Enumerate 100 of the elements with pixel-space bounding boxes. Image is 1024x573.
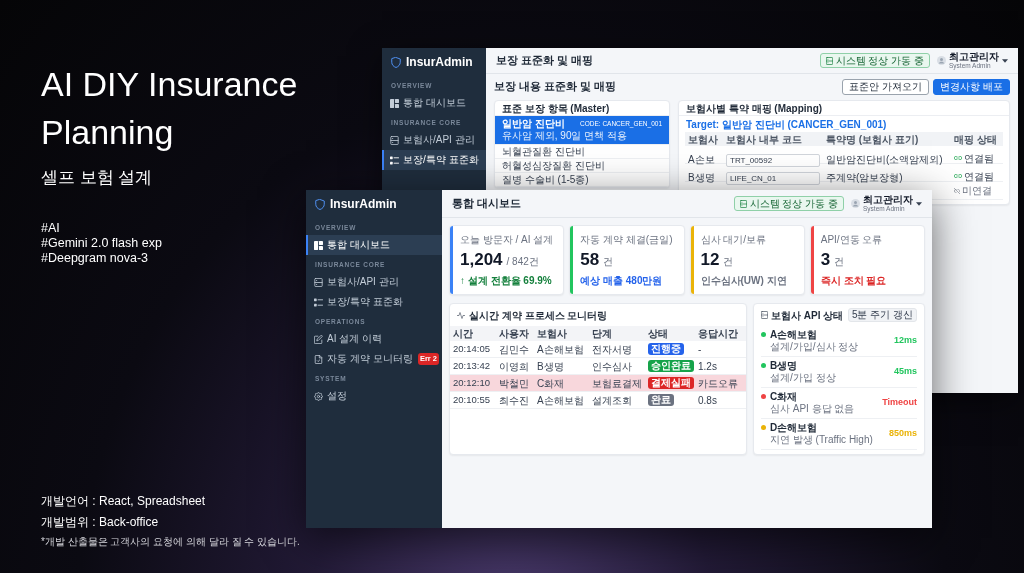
table-cell-text: A손해보험 — [536, 342, 585, 357]
panel-title: 보험사별 특약 매핑 (Mapping) — [679, 101, 1009, 116]
table-cell-text: 인수심사 — [591, 359, 633, 374]
server-icon — [825, 56, 833, 65]
stat-value: 12 — [700, 250, 720, 270]
table-cell-text: - — [697, 342, 703, 357]
code-field[interactable]: TRT_00592 — [726, 154, 820, 167]
table-cell-text: 카드오류 — [697, 376, 739, 391]
table-cell-text: B생명 — [536, 359, 565, 374]
code-field[interactable]: LIFE_CN_01 — [726, 172, 820, 185]
stat-unit: 건 — [603, 255, 614, 269]
app-logo: InsurAdmin — [330, 198, 397, 210]
latency-value: 12ms — [893, 334, 917, 348]
table-cell-text: 설계조회 — [591, 393, 633, 408]
hashtag: #Gemini 2.0 flash exp — [41, 236, 162, 251]
sidebar-item[interactable]: AI 설계 이력 — [306, 329, 442, 349]
slide-subtitle: 셀프 보험 설계 — [41, 167, 153, 189]
document-icon — [314, 354, 323, 364]
table-cell-text: 1.2s — [697, 359, 718, 374]
table-cell: 주계약(암보장형) — [826, 172, 903, 183]
list-item[interactable]: 뇌혈관질환 진단비 — [495, 145, 669, 159]
status-badge: 결제실패 — [648, 377, 694, 389]
table-cell-text: 이영희 — [498, 359, 530, 374]
list-icon — [314, 297, 323, 307]
page-title: 통합 대시보드 — [452, 196, 522, 212]
page-title: 보장 표준화 및 매핑 — [496, 53, 594, 69]
action-button[interactable]: 변경사항 배포 — [933, 79, 1010, 95]
stat-label: API/연동 오류 — [820, 233, 883, 246]
user-name: 최고관리자 — [949, 51, 999, 62]
sidebar-item[interactable]: 보장/특약 표준화 — [306, 292, 442, 312]
hashtag: #AI — [41, 221, 60, 236]
action-button[interactable]: 표준안 가져오기 — [842, 79, 930, 95]
table-cell-text: 최수진 — [498, 393, 530, 408]
list-icon — [390, 155, 399, 165]
sidebar-item[interactable]: 보험사/API 관리 — [382, 130, 486, 150]
server-icon — [761, 311, 768, 319]
sidebar-item[interactable]: 보장/특약 표준화 — [382, 150, 486, 170]
table-cell-text: 20:13:42 — [452, 358, 491, 373]
stat-unit: / 842건 — [506, 255, 539, 269]
insurer-name: A손해보험 — [770, 329, 818, 341]
shield-icon — [391, 56, 401, 68]
project-detail: 개발언어 : React, Spreadsheet — [41, 493, 206, 510]
status-detail: 설계/가입 정상 — [770, 372, 836, 384]
project-detail: 개발범위 : Back-office — [41, 514, 159, 531]
sidebar-item[interactable]: 설정 — [306, 386, 442, 406]
mapping-status: 연결됨 — [964, 151, 994, 166]
column-header: 특약명 (보험사 표기) — [825, 133, 920, 147]
stat-value: 58 — [580, 250, 600, 270]
stat-note: ↑ 설계 전환율 69.9% — [460, 274, 552, 287]
column-header: 보험사 — [536, 327, 568, 341]
shield-icon — [315, 198, 325, 210]
status-label: 시스템 정상 가동 중 — [749, 198, 838, 209]
table-cell-text: A손해보험 — [536, 393, 585, 408]
table-cell-text: 전자서명 — [591, 342, 633, 357]
column-header: 응답시간 — [697, 327, 739, 341]
insurer-name: C화재 — [770, 391, 798, 403]
sidebar-item[interactable]: 통합 대시보드 — [382, 93, 486, 113]
stat-unit: 건 — [723, 255, 734, 269]
stat-label: 자동 계약 체결(금일) — [580, 233, 673, 246]
table-cell-text: 김민수 — [498, 342, 530, 357]
table-cell-text: C화재 — [536, 376, 566, 391]
status-detail: 지연 발생 (Traffic High) — [770, 434, 873, 446]
caret-icon[interactable] — [1002, 58, 1008, 63]
table-cell-text: 20:12:10 — [452, 375, 491, 390]
table-cell-text: 0.8s — [697, 393, 718, 408]
list-item[interactable]: 질병 수술비 (1-5종) — [495, 173, 669, 187]
mapping-status: 연결됨 — [964, 169, 994, 184]
table-cell: A손보 — [688, 154, 715, 165]
table-cell-text: 박철민 — [498, 376, 530, 391]
hashtag: #Deepgram nova-3 — [41, 251, 148, 266]
grid-icon — [390, 98, 399, 108]
footnote: *개발 산출물은 고객사의 요청에 의해 달라 질 수 있습니다. — [41, 535, 300, 549]
table-cell-text: 20:10:55 — [452, 392, 491, 407]
table-cell-text: 20:14:05 — [452, 341, 491, 356]
sidebar-item[interactable]: 통합 대시보드 — [306, 235, 442, 255]
app-logo: InsurAdmin — [406, 56, 473, 68]
stat-value: 3 — [820, 250, 831, 270]
status-badge: 진행중 — [648, 343, 684, 355]
column-header: 시간 — [452, 327, 474, 341]
stat-label: 심사 대기/보류 — [700, 233, 767, 246]
target-label: Target: 일반암 진단비 (CANCER_GEN_001) — [685, 117, 888, 132]
slide-title: AI DIY Insurance Planning — [41, 64, 299, 153]
stat-note: 즉시 조치 필요 — [820, 274, 887, 287]
stat-unit: 건 — [834, 255, 845, 269]
column-header: 보험사 내부 코드 — [725, 133, 803, 147]
status-detail: 심사 API 응답 없음 — [770, 403, 855, 415]
server-icon — [314, 277, 323, 287]
stat-label: 오늘 방문자 / AI 설계 — [460, 233, 554, 246]
column-header: 매핑 상태 — [953, 133, 998, 147]
section-title: 보장 내용 표준화 및 매핑 — [494, 79, 616, 95]
caret-icon[interactable] — [916, 201, 922, 206]
status-detail: 설계/가입/심사 정상 — [770, 341, 859, 353]
sidebar-item[interactable]: 보험사/API 관리 — [306, 272, 442, 292]
pulse-icon — [457, 311, 465, 319]
user-name: 최고관리자 — [863, 194, 913, 205]
table-cell: B생명 — [688, 172, 715, 183]
column-header: 사용자 — [498, 327, 530, 341]
refresh-label: 5분 주기 갱신 — [847, 308, 917, 322]
list-item[interactable]: 허혈성심장질환 진단비 — [495, 159, 669, 173]
column-header: 상태 — [647, 327, 669, 341]
